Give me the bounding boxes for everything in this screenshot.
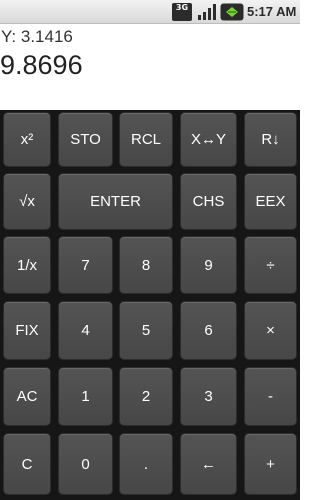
key-label: X↔Y (190, 131, 226, 148)
key-label: 4 (81, 322, 90, 339)
multiply-button[interactable]: × (244, 301, 297, 360)
key-label: C (21, 455, 33, 473)
change-sign-button[interactable]: CHS (180, 173, 237, 230)
key-label: 9 (204, 256, 213, 274)
key-label: 5 (141, 322, 151, 339)
exponent-button[interactable]: EEX (244, 173, 297, 230)
reciprocal-button[interactable]: 1/x (3, 236, 51, 294)
key-label: R↓ (261, 131, 280, 148)
battery-icon (220, 3, 244, 21)
digit-4-button[interactable]: 4 (58, 301, 113, 360)
roll-down-button[interactable]: R↓ (244, 112, 297, 167)
key-label: EEX (255, 193, 286, 210)
digit-6-button[interactable]: 6 (180, 301, 237, 360)
key-label: ENTER (90, 193, 141, 210)
digit-3-button[interactable]: 3 (180, 367, 237, 426)
key-label: + (266, 455, 275, 473)
fix-button[interactable]: FIX (3, 301, 51, 360)
key-label: × (266, 322, 275, 339)
y-register-label: Y: (1, 27, 17, 46)
subtract-button[interactable]: - (244, 367, 297, 426)
status-bar: 3G 5:17 AM (0, 0, 300, 24)
square-root-button[interactable]: √x (3, 173, 51, 230)
calculator-display: Y: 3.1416 9.8696 (0, 24, 300, 110)
add-button[interactable]: + (244, 433, 297, 495)
all-clear-button[interactable]: AC (3, 367, 51, 426)
digit-5-button[interactable]: 5 (119, 301, 173, 360)
signal-icon (198, 4, 216, 20)
key-label: 3 (204, 388, 213, 405)
keypad: x² STO RCL X↔Y R↓ √x ENTER CHS EEX 1/x 7… (0, 110, 300, 500)
status-time: 5:17 AM (247, 4, 297, 19)
square-button[interactable]: x² (3, 112, 51, 167)
key-label: √x (19, 193, 35, 210)
y-register-value: 3.1416 (20, 27, 73, 46)
decimal-point-button[interactable]: . (119, 433, 173, 495)
key-label: STO (70, 131, 101, 148)
key-label: ← (201, 455, 216, 473)
key-label: CHS (192, 193, 225, 210)
store-button[interactable]: STO (58, 112, 113, 167)
network-type-label: 3G (175, 3, 189, 12)
backspace-button[interactable]: ← (180, 433, 237, 495)
key-label: AC (16, 388, 38, 405)
digit-7-button[interactable]: 7 (58, 236, 113, 294)
3g-icon: 3G (172, 3, 192, 21)
key-label: - (268, 388, 273, 405)
key-label: 1/x (16, 256, 37, 274)
digit-1-button[interactable]: 1 (58, 367, 113, 426)
key-label: 6 (204, 322, 213, 339)
key-label: ÷ (266, 256, 275, 274)
digit-9-button[interactable]: 9 (180, 236, 237, 294)
key-label: . (143, 455, 149, 473)
key-label: FIX (15, 322, 39, 339)
divide-button[interactable]: ÷ (244, 236, 297, 294)
enter-button[interactable]: ENTER (58, 173, 173, 230)
recall-button[interactable]: RCL (119, 112, 173, 167)
x-register-value: 9.8696 (0, 50, 83, 80)
key-label: RCL (130, 131, 161, 148)
key-label: 7 (81, 256, 90, 274)
y-register: Y: 3.1416 (1, 27, 73, 47)
swap-xy-button[interactable]: X↔Y (180, 112, 237, 167)
digit-0-button[interactable]: 0 (58, 433, 113, 495)
key-label: 8 (141, 256, 151, 274)
key-label: 0 (81, 455, 90, 473)
clear-button[interactable]: C (3, 433, 51, 495)
key-label: 1 (81, 388, 90, 405)
digit-2-button[interactable]: 2 (119, 367, 173, 426)
key-label: 2 (141, 388, 151, 405)
key-label: x² (20, 131, 34, 148)
digit-8-button[interactable]: 8 (119, 236, 173, 294)
